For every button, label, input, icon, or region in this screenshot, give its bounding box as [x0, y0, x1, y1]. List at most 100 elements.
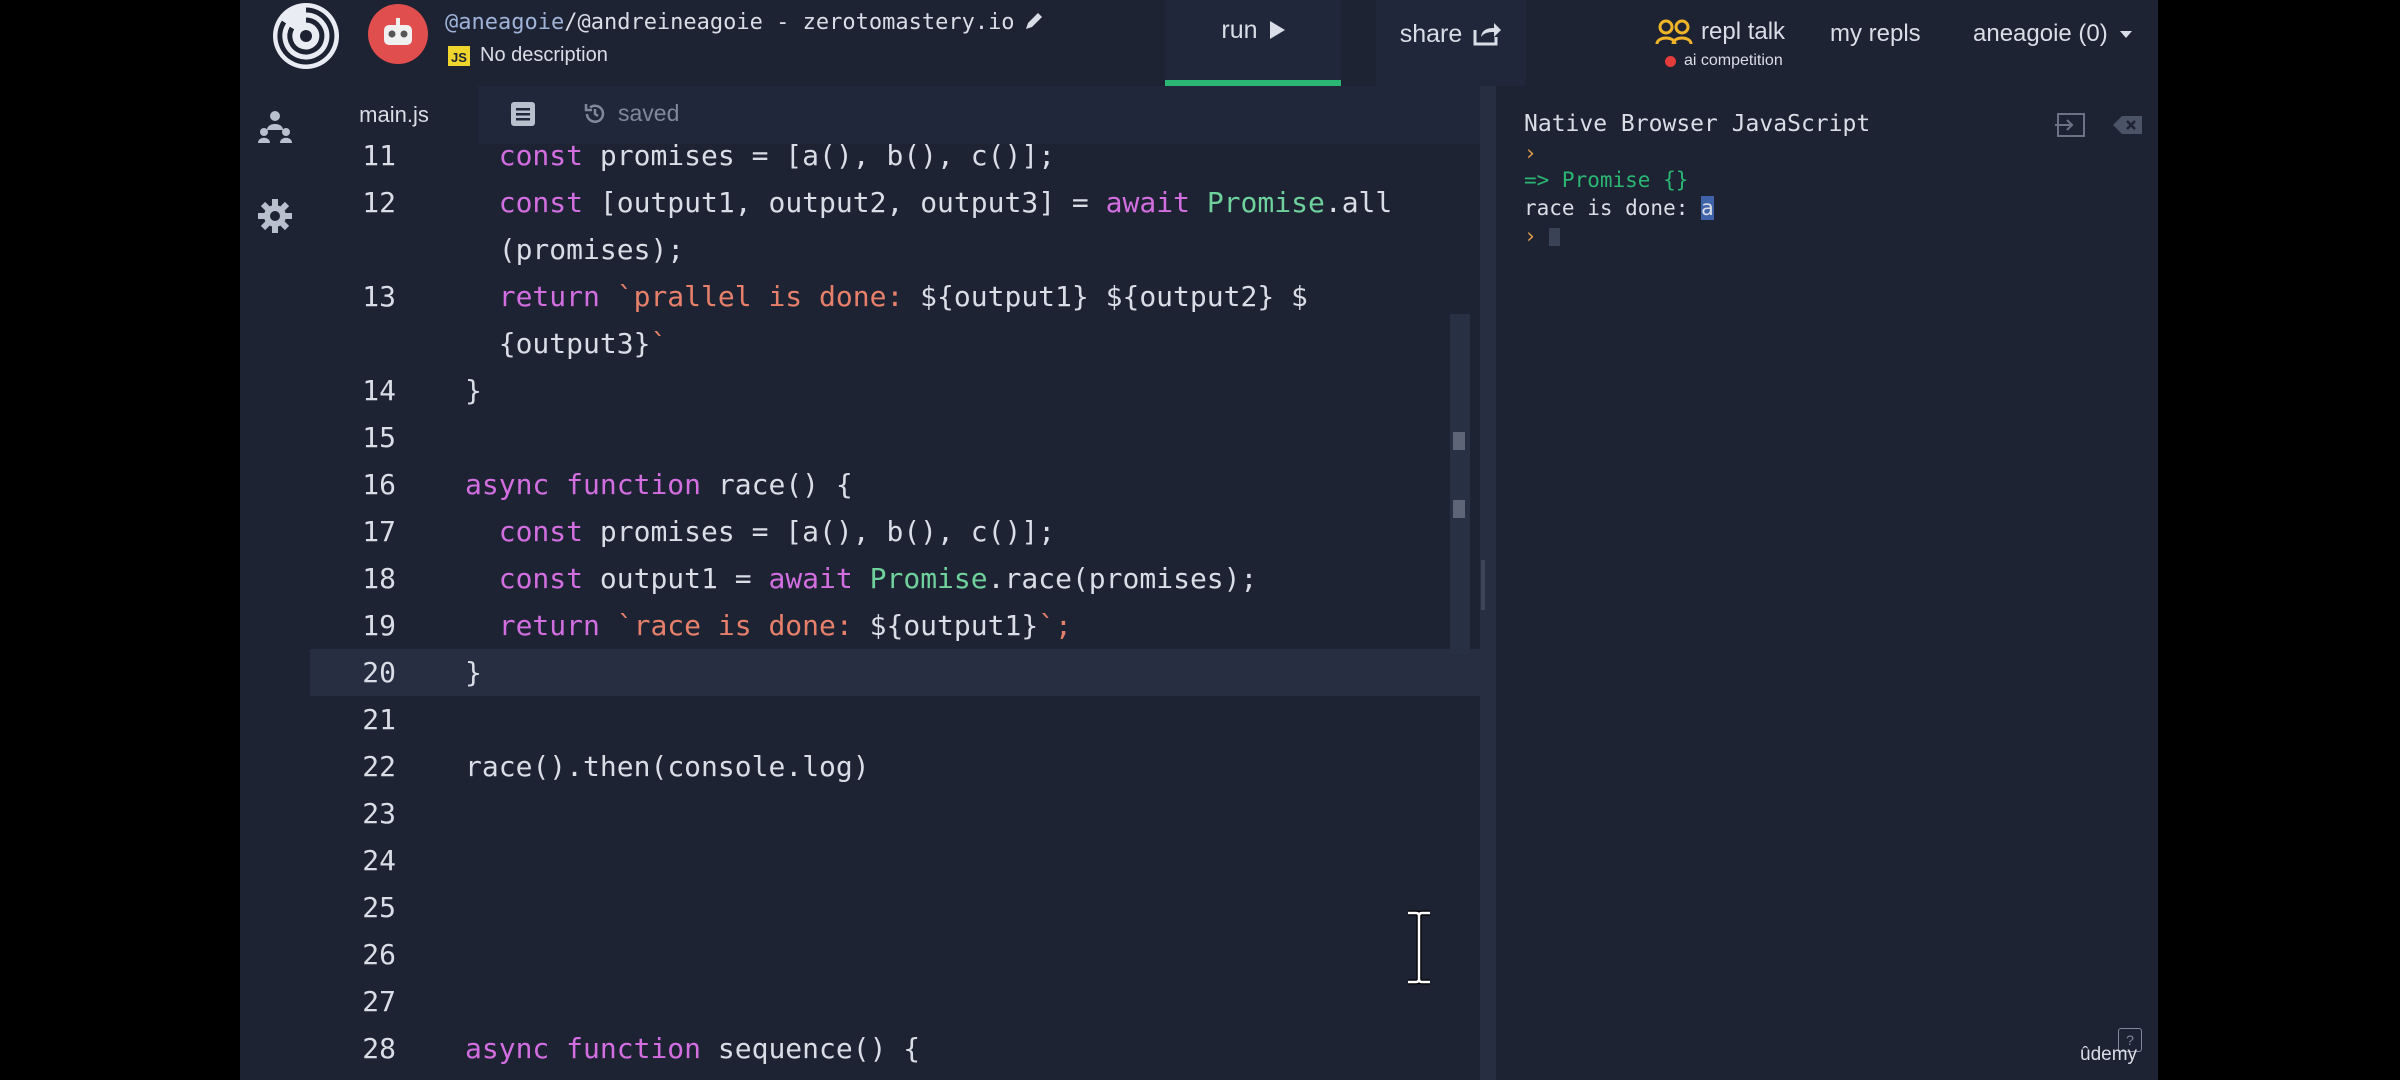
run-button[interactable]: run [1165, 0, 1341, 86]
code-line[interactable]: 25 [310, 884, 1480, 931]
code-token: race [717, 468, 786, 501]
code-token: $ [1291, 280, 1308, 313]
code-token: a [802, 515, 820, 548]
code-token: ( [1071, 562, 1089, 595]
code-token: 1 = [701, 562, 769, 595]
gear-icon[interactable] [257, 198, 293, 234]
code-line[interactable]: 19 return `race is done: ${output1}`; [310, 602, 1480, 649]
run-label: run [1221, 15, 1258, 44]
code-token: (), [819, 144, 887, 172]
code-keyword-token: await [768, 562, 853, 595]
code-token: () { [785, 468, 853, 501]
code-token: (). [532, 750, 584, 783]
code-token: 2, [869, 186, 921, 219]
code-keyword-token: await [1105, 186, 1190, 219]
line-number: 20 [362, 656, 396, 689]
code-text: async function sequence() { [465, 1025, 920, 1072]
line-number: 15 [362, 421, 396, 454]
expand-console-icon[interactable] [2054, 112, 2086, 138]
share-button[interactable]: share [1376, 0, 1526, 86]
line-number: 28 [362, 1032, 396, 1065]
code-line[interactable]: 17 const promises = [a(), b(), c()]; [310, 508, 1480, 555]
javascript-language-badge: JS [448, 46, 470, 66]
line-number: 22 [362, 750, 396, 783]
code-line[interactable]: 22 race().then(console.log) [310, 743, 1480, 790]
clear-console-icon[interactable] [2112, 112, 2144, 138]
udemy-watermark: ûdemy [2080, 1044, 2138, 1065]
code-line[interactable]: 20} [310, 649, 1480, 696]
repl-owner-link[interactable]: @aneagoie [445, 10, 564, 35]
repl-talk-link[interactable]: repl talk [1655, 18, 1785, 46]
code-token: ); [1223, 562, 1258, 595]
user-name: aneagoie (0) [1973, 20, 2108, 47]
code-string-token [1274, 280, 1291, 313]
repl-avatar[interactable] [368, 4, 428, 64]
robot-icon [384, 18, 412, 45]
code-line[interactable]: 18 const output1 = await Promise.race(pr… [310, 555, 1480, 602]
code-line[interactable]: 12 const [output1, output2, output3] = a… [310, 179, 1480, 226]
code-line[interactable]: 23 [310, 790, 1480, 837]
line-number: 11 [362, 144, 396, 172]
code-line[interactable]: 11 const promises = [a(), b(), c()]; [310, 144, 1480, 179]
edit-pencil-icon[interactable] [1023, 10, 1045, 32]
ai-competition-link[interactable]: ai competition [1665, 52, 1783, 70]
user-menu[interactable]: aneagoie (0) [1973, 20, 2132, 48]
code-line[interactable]: 26 [310, 931, 1480, 978]
code-token: ${output2} [1105, 280, 1275, 313]
history-icon [584, 103, 605, 123]
code-line[interactable]: 14} [310, 367, 1480, 414]
code-token: . [1324, 186, 1342, 219]
code-token: console [667, 750, 786, 783]
divider-grip[interactable] [1481, 560, 1485, 610]
code-class-token: Promise [869, 562, 988, 595]
code-token: [ [583, 186, 617, 219]
multiplayer-users-icon[interactable] [257, 108, 293, 144]
code-token: ) [852, 750, 870, 783]
code-line[interactable]: (promises); [310, 226, 1480, 273]
code-string-token: `prallel is done: [616, 280, 921, 313]
code-line[interactable]: 24 [310, 837, 1480, 884]
code-keyword-token: async [465, 468, 550, 501]
code-line[interactable]: 15 [310, 414, 1480, 461]
repl-name[interactable]: /@andreineagoie - zerotomastery.io [564, 10, 1014, 35]
my-repls-link[interactable]: my repls [1830, 20, 1921, 48]
code-text: } [465, 367, 482, 414]
console-pane[interactable]: Native Browser JavaScript › => Promise {… [1496, 86, 2158, 1080]
line-number: 23 [362, 797, 396, 830]
code-line[interactable]: 13 return `prallel is done: ${output1} $… [310, 273, 1480, 320]
repl-title[interactable]: @aneagoie/@andreineagoie - zerotomastery… [445, 10, 1045, 35]
people-icon [1655, 19, 1693, 45]
code-keyword-token: function [566, 1032, 702, 1065]
line-number: 16 [362, 468, 396, 501]
code-line[interactable]: {output3}` [310, 320, 1480, 367]
code-line[interactable]: 21 [310, 696, 1480, 743]
editor-scrollbar[interactable] [1450, 314, 1470, 654]
code-area[interactable]: 11 const promises = [a(), b(), c()]; 12 c… [310, 144, 1480, 1080]
code-string-token: `; [1038, 609, 1072, 642]
replit-logo-icon[interactable] [270, 0, 342, 72]
code-token: sequence [717, 1032, 853, 1065]
editor-tab-bar: main.js saved [310, 86, 1480, 144]
code-class-token: Promise [1206, 186, 1325, 219]
code-token: 1, [717, 186, 769, 219]
file-menu-icon[interactable] [510, 101, 536, 127]
line-number: 24 [362, 844, 396, 877]
console-caret [1549, 228, 1561, 246]
tab-main-js[interactable]: main.js [310, 86, 478, 144]
code-line[interactable]: 16 async function race() { [310, 461, 1480, 508]
code-line[interactable]: 28 async function sequence() { [310, 1025, 1480, 1072]
console-input-line[interactable]: › [1524, 224, 1561, 248]
share-label: share [1399, 20, 1463, 48]
code-token: } [465, 374, 482, 407]
code-token: b [886, 144, 904, 172]
text-cursor-icon [1408, 910, 1430, 985]
code-line[interactable]: 27 [310, 978, 1480, 1025]
code-token: race [1004, 562, 1072, 595]
console-prompt: › [1524, 141, 1537, 165]
repl-description[interactable]: No description [480, 44, 608, 67]
